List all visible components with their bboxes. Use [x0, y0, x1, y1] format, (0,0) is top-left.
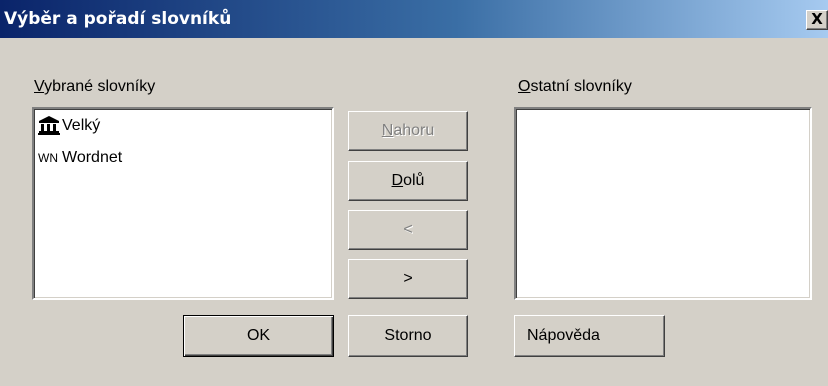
help-button[interactable]: Nápověda: [514, 315, 665, 357]
cancel-button[interactable]: Storno: [348, 315, 468, 357]
move-up-button[interactable]: Nahoru: [348, 111, 468, 151]
close-icon: X: [811, 10, 823, 28]
window-title: Výběr a pořadí slovníků: [4, 9, 232, 29]
list-item[interactable]: WN Wordnet: [38, 147, 122, 169]
selected-dictionaries-label: Vybrané slovníky: [34, 78, 156, 95]
dictionary-name: Wordnet: [62, 149, 123, 166]
other-dictionaries-list[interactable]: [514, 107, 812, 300]
building-icon: [38, 115, 62, 139]
other-dictionaries-label: Ostatní slovníky: [518, 78, 632, 95]
move-down-button[interactable]: Dolů: [348, 161, 468, 201]
move-left-button[interactable]: <: [348, 210, 468, 250]
title-bar[interactable]: Výběr a pořadí slovníků X: [0, 0, 828, 38]
close-button[interactable]: X: [806, 10, 828, 30]
ok-button[interactable]: OK: [183, 315, 334, 357]
dictionary-name: Velký: [62, 117, 101, 134]
selected-dictionaries-list[interactable]: Velký WN Wordnet: [32, 107, 334, 300]
move-right-button[interactable]: >: [348, 259, 468, 299]
wordnet-icon: WN: [38, 151, 58, 165]
list-item[interactable]: Velký: [38, 115, 100, 137]
dictionary-dialog: Výběr a pořadí slovníků X Vybrané slovní…: [0, 0, 828, 386]
